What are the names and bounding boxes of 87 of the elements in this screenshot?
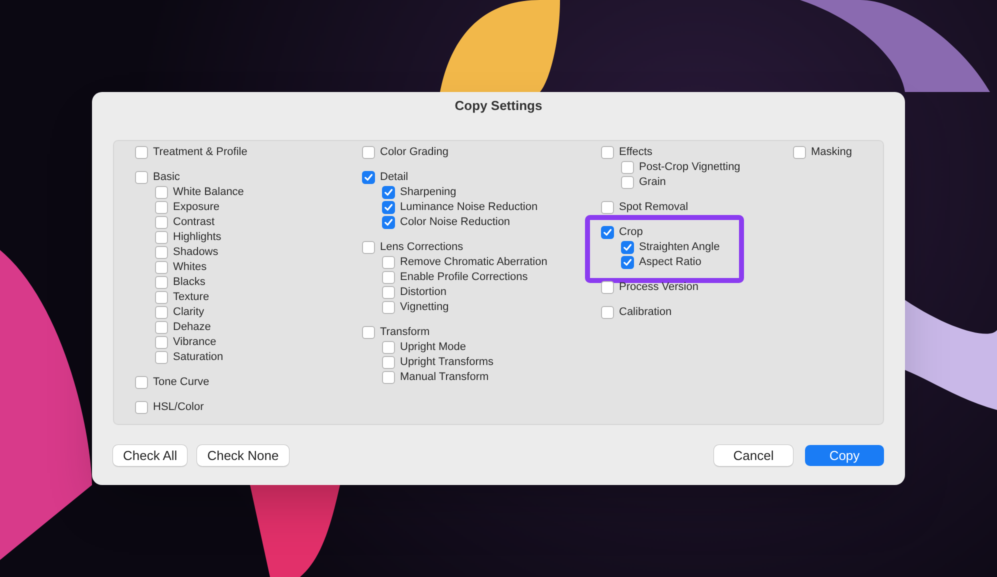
checkbox[interactable] bbox=[155, 201, 168, 214]
option-label: Distortion bbox=[400, 287, 446, 298]
copy-button[interactable]: Copy bbox=[805, 445, 884, 466]
option-label: Basic bbox=[153, 172, 180, 183]
option-label: Texture bbox=[173, 292, 210, 303]
checkbox[interactable] bbox=[362, 146, 375, 159]
checkbox[interactable] bbox=[621, 241, 634, 254]
checkbox[interactable] bbox=[155, 246, 168, 259]
checkbox[interactable] bbox=[601, 146, 614, 159]
checkbox[interactable] bbox=[601, 281, 614, 294]
option-label: Shadows bbox=[173, 247, 218, 258]
option-label: Enable Profile Corrections bbox=[400, 272, 528, 283]
option-label: Dehaze bbox=[173, 322, 211, 333]
option-label: Calibration bbox=[619, 307, 672, 318]
option-label: Effects bbox=[619, 147, 652, 158]
checkbox[interactable] bbox=[382, 256, 395, 269]
option-label: Crop bbox=[619, 227, 643, 238]
option-label: Straighten Angle bbox=[639, 242, 720, 253]
check-button[interactable]: Check All bbox=[113, 445, 188, 466]
option-label: Lens Corrections bbox=[380, 242, 464, 253]
checkbox[interactable] bbox=[382, 201, 395, 214]
option-label: Color Noise Reduction bbox=[400, 217, 510, 228]
option-label: Manual Transform bbox=[400, 372, 489, 383]
option-label: Tone Curve bbox=[153, 377, 210, 388]
option-label: Vignetting bbox=[400, 302, 449, 313]
checkbox[interactable] bbox=[793, 146, 806, 159]
checkbox[interactable] bbox=[621, 256, 634, 269]
checkbox[interactable] bbox=[362, 326, 375, 339]
check-button[interactable]: Check None bbox=[197, 445, 289, 466]
checkbox[interactable] bbox=[601, 226, 614, 239]
checkbox[interactable] bbox=[135, 401, 148, 414]
checkbox[interactable] bbox=[362, 241, 375, 254]
checkbox[interactable] bbox=[135, 146, 148, 159]
checkbox[interactable] bbox=[601, 201, 614, 214]
option-label: Remove Chromatic Aberration bbox=[400, 257, 548, 268]
checkbox[interactable] bbox=[155, 186, 168, 199]
option-label: Vibrance bbox=[173, 337, 216, 348]
option-label: Highlights bbox=[173, 232, 222, 243]
checkbox[interactable] bbox=[155, 306, 168, 319]
option-label: Detail bbox=[380, 172, 408, 183]
checkbox[interactable] bbox=[155, 336, 168, 349]
option-label: Clarity bbox=[173, 307, 204, 318]
checkbox[interactable] bbox=[155, 261, 168, 274]
checkbox[interactable] bbox=[155, 276, 168, 289]
option-label: HSL/Color bbox=[153, 402, 204, 413]
checkbox[interactable] bbox=[382, 286, 395, 299]
checkbox[interactable] bbox=[621, 161, 634, 174]
option-label: Grain bbox=[639, 177, 666, 188]
checkbox[interactable] bbox=[621, 176, 634, 189]
checkbox[interactable] bbox=[135, 171, 148, 184]
checkbox[interactable] bbox=[601, 306, 614, 319]
checkbox[interactable] bbox=[155, 321, 168, 334]
option-label: Process Version bbox=[619, 282, 698, 293]
option-label: Exposure bbox=[173, 202, 220, 213]
option-label: Masking bbox=[811, 147, 852, 158]
option-label: Upright Transforms bbox=[400, 357, 494, 368]
option-label: Spot Removal bbox=[619, 202, 688, 213]
checkbox[interactable] bbox=[362, 171, 375, 184]
option-label: Saturation bbox=[173, 352, 224, 363]
option-label: Upright Mode bbox=[400, 342, 466, 353]
checkbox[interactable] bbox=[382, 301, 395, 314]
checkbox[interactable] bbox=[135, 376, 148, 389]
checkmark-icon bbox=[603, 228, 612, 237]
checkbox[interactable] bbox=[382, 356, 395, 369]
checkbox[interactable] bbox=[382, 186, 395, 199]
checkbox[interactable] bbox=[382, 341, 395, 354]
checkbox[interactable] bbox=[155, 291, 168, 304]
dialog-title: Copy Settings bbox=[454, 96, 544, 115]
checkbox[interactable] bbox=[155, 231, 168, 244]
option-label: Whites bbox=[173, 262, 207, 273]
checkmark-icon bbox=[364, 173, 373, 182]
option-label: Blacks bbox=[173, 277, 206, 288]
option-label: Sharpening bbox=[400, 187, 456, 198]
option-label: White Balance bbox=[173, 187, 244, 198]
option-label: Luminance Noise Reduction bbox=[400, 202, 538, 213]
checkbox[interactable] bbox=[382, 271, 395, 284]
checkbox[interactable] bbox=[155, 351, 168, 364]
option-label: Transform bbox=[380, 327, 430, 338]
checkbox[interactable] bbox=[155, 216, 168, 229]
option-label: Post-Crop Vignetting bbox=[639, 162, 740, 173]
option-label: Aspect Ratio bbox=[639, 257, 702, 268]
option-label: Color Grading bbox=[380, 147, 448, 158]
cancel-button[interactable]: Cancel bbox=[714, 445, 793, 466]
checkbox[interactable] bbox=[382, 216, 395, 229]
option-label: Treatment & Profile bbox=[153, 147, 248, 158]
option-label: Contrast bbox=[173, 217, 215, 228]
checkbox[interactable] bbox=[382, 371, 395, 384]
